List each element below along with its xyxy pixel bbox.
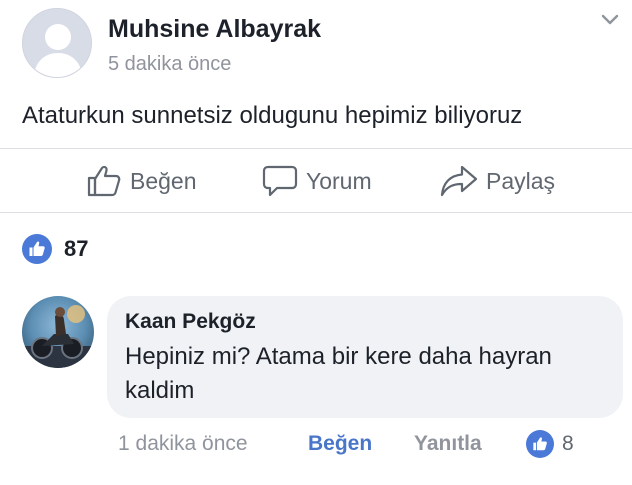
- comment-text: Hepiniz mi? Atama bir kere daha hayran k…: [125, 343, 552, 404]
- commenter-name[interactable]: Kaan Pekgöz: [125, 310, 256, 334]
- post-action-bar: Beğen Yorum Paylaş: [0, 150, 632, 212]
- share-button[interactable]: Paylaş: [440, 164, 555, 198]
- share-arrow-icon: [440, 165, 478, 197]
- divider: [0, 148, 632, 149]
- post-body-text: Ataturkun sunnetsiz oldugunu hepimiz bil…: [22, 102, 523, 129]
- reaction-count: 87: [64, 236, 89, 261]
- commenter-avatar[interactable]: [22, 296, 94, 368]
- post-header: Muhsine Albayrak 5 dakika önce: [22, 8, 622, 78]
- like-button[interactable]: Beğen: [86, 164, 197, 198]
- speech-bubble-icon: [262, 165, 298, 197]
- comment-reply-button[interactable]: Yanıtla: [414, 432, 482, 456]
- like-reaction-icon: [526, 430, 554, 458]
- share-button-label: Paylaş: [486, 167, 556, 194]
- comment-like-button[interactable]: Beğen: [308, 432, 372, 456]
- comment-bubble: Kaan Pekgöz Hepiniz mi? Atama bir kere d…: [107, 296, 623, 418]
- like-reaction-icon: [22, 234, 52, 264]
- default-avatar-icon: [23, 9, 91, 77]
- post-author-name[interactable]: Muhsine Albayrak: [108, 14, 321, 44]
- comment-timestamp[interactable]: 1 dakika önce: [118, 432, 248, 456]
- comment-reaction-count: 8: [562, 432, 574, 455]
- reaction-summary[interactable]: 87: [22, 234, 88, 264]
- divider: [0, 212, 632, 213]
- author-block: Muhsine Albayrak 5 dakika önce: [108, 14, 321, 78]
- comment-button-label: Yorum: [306, 167, 372, 194]
- comment-button[interactable]: Yorum: [262, 164, 372, 198]
- comment-reaction-summary[interactable]: 8: [526, 430, 574, 458]
- author-avatar[interactable]: [22, 8, 92, 78]
- comment-meta-row: 1 dakika önce Beğen Yanıtla 8: [118, 430, 618, 462]
- chevron-down-icon[interactable]: [598, 8, 622, 32]
- thumbs-up-icon: [87, 165, 121, 197]
- post-timestamp[interactable]: 5 dakika önce: [108, 50, 321, 78]
- motorcycle-photo-avatar: [22, 296, 94, 368]
- like-button-label: Beğen: [130, 167, 197, 194]
